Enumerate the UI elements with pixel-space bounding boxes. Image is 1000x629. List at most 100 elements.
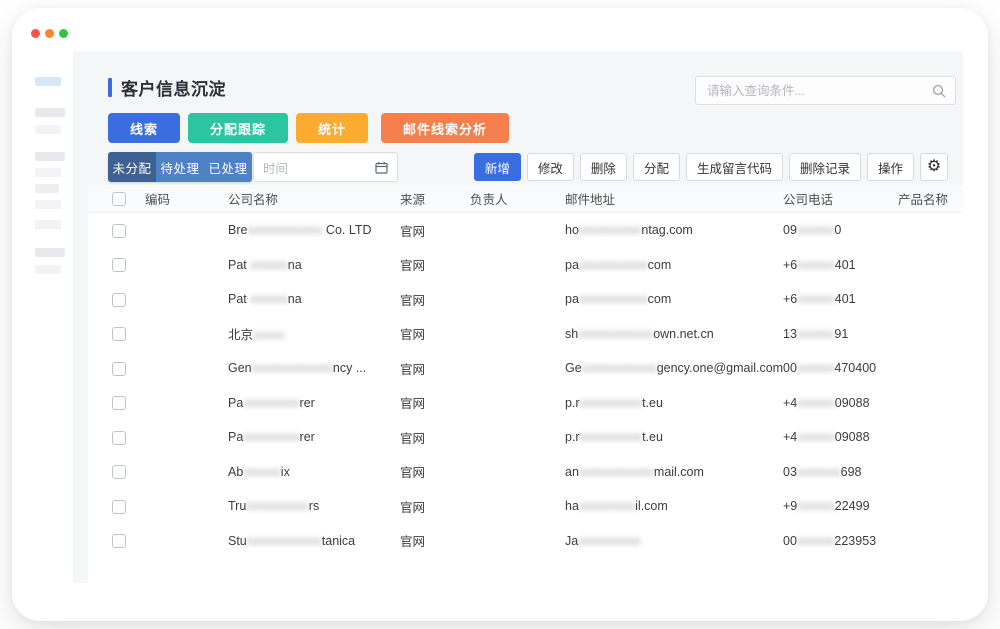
cell-phone: 13xxxxxx91: [783, 327, 898, 341]
filter-tab-pending[interactable]: 待处理: [156, 152, 204, 182]
select-all-checkbox[interactable]: [112, 192, 126, 206]
header-cell-source: 来源: [400, 189, 470, 208]
cell-email: paxxxxxxxxxxxcom: [565, 258, 783, 272]
nav-button-leads[interactable]: 线索: [108, 113, 180, 143]
cell-phone: +9xxxxxx22499: [783, 499, 898, 513]
redacted-text: xxxxxx: [797, 292, 835, 306]
redacted-text: xxxxxxxxxxxx: [578, 327, 653, 341]
action-button-delete[interactable]: 删除: [580, 153, 627, 181]
sidebar-skeleton-item[interactable]: [35, 168, 61, 177]
sidebar-skeleton-item[interactable]: [35, 125, 61, 134]
table-row[interactable]: Paxxxxxxxxxrer 官网 p.rxxxxxxxxxxt.eu +4xx…: [88, 420, 963, 455]
row-checkbox[interactable]: [112, 362, 126, 376]
row-checkbox[interactable]: [112, 465, 126, 479]
table-row[interactable]: Paxxxxxxxxxrer 官网 p.rxxxxxxxxxxt.eu +4xx…: [88, 386, 963, 421]
settings-button[interactable]: ⚙: [920, 153, 948, 181]
action-button-delete-records[interactable]: 删除记录: [789, 153, 861, 181]
redacted-text: xxxxxx: [250, 258, 288, 272]
redacted-text: xxxxxx: [797, 258, 835, 272]
table-row[interactable]: Pat xxxxxxna 官网 paxxxxxxxxxxxcom +6xxxxx…: [88, 248, 963, 283]
cell-email: haxxxxxxxxxil.com: [565, 499, 783, 513]
redacted-text: xxxxxx: [797, 534, 835, 548]
row-checkbox[interactable]: [112, 258, 126, 272]
cell-email: p.rxxxxxxxxxxt.eu: [565, 396, 783, 410]
row-checkbox[interactable]: [112, 534, 126, 548]
title-bar: 客户信息沉淀: [108, 75, 226, 100]
redacted-text: xxxxx: [253, 328, 284, 342]
app-window: 客户信息沉淀 线索分配跟踪统计邮件线索分析 未分配待处理已处理 时间: [12, 8, 988, 621]
row-checkbox[interactable]: [112, 293, 126, 307]
header-cell-product: 产品名称: [898, 189, 963, 208]
sidebar-skeleton-item[interactable]: [35, 77, 61, 86]
table-row[interactable]: 北京xxxxx 官网 shxxxxxxxxxxxxown.net.cn 13xx…: [88, 317, 963, 352]
filter-tab-group: 未分配待处理已处理: [108, 152, 252, 182]
nav-button-stats[interactable]: 统计: [296, 113, 368, 143]
cell-company: Truxxxxxxxxxxrs: [228, 499, 400, 513]
table-row[interactable]: Stuxxxxxxxxxxxxtanica 官网 Jaxxxxxxxxxx 00…: [88, 524, 963, 559]
cell-email: Jaxxxxxxxxxx: [565, 534, 783, 548]
cell-phone: +4xxxxxx09088: [783, 430, 898, 444]
cell-source: 官网: [400, 428, 470, 447]
row-checkbox[interactable]: [112, 500, 126, 514]
search-input[interactable]: [696, 84, 932, 98]
cell-phone: 00xxxxxx470400: [783, 361, 898, 375]
search-icon[interactable]: [932, 84, 946, 98]
cell-email: anxxxxxxxxxxxxmail.com: [565, 465, 783, 479]
search-box: [695, 76, 956, 105]
action-button-generate-message-code[interactable]: 生成留言代码: [686, 153, 783, 181]
row-checkbox[interactable]: [112, 396, 126, 410]
table-row[interactable]: Pat xxxxxxna 官网 paxxxxxxxxxxxcom +6xxxxx…: [88, 282, 963, 317]
sidebar-skeleton-item[interactable]: [35, 200, 61, 209]
sidebar-skeleton-item[interactable]: [35, 265, 61, 274]
nav-button-email-lead-analysis[interactable]: 邮件线索分析: [381, 113, 509, 143]
action-button-add[interactable]: 新增: [474, 153, 521, 181]
cell-company: Genxxxxxxxxxxxxxncy ...: [228, 361, 400, 375]
cell-phone: 03xxxxxxx698: [783, 465, 898, 479]
redacted-text: xxxxxx: [797, 327, 835, 341]
cell-email: shxxxxxxxxxxxxown.net.cn: [565, 327, 783, 341]
cell-company: Pat xxxxxxna: [228, 258, 400, 272]
cell-source: 官网: [400, 255, 470, 274]
row-checkbox[interactable]: [112, 327, 126, 341]
redacted-text: xxxxxxxxxxxx: [582, 361, 657, 375]
filter-tab-unassigned[interactable]: 未分配: [108, 152, 156, 182]
header-cell-company: 公司名称: [228, 189, 400, 208]
table-row[interactable]: Brexxxxxxxxxxxx Co. LTD 官网 hoxxxxxxxxxxn…: [88, 213, 963, 248]
row-checkbox[interactable]: [112, 431, 126, 445]
cell-email: paxxxxxxxxxxxcom: [565, 292, 783, 306]
sidebar-skeleton-item[interactable]: [35, 184, 59, 193]
redacted-text: xxxxxx: [797, 396, 835, 410]
header-cell-phone: 公司电话: [783, 189, 898, 208]
redacted-text: xxxxxxxxx: [579, 499, 635, 513]
header-cell-code: 编码: [145, 189, 228, 208]
cell-company: 北京xxxxx: [228, 324, 400, 343]
redacted-text: xxxxxxxxxxxx: [247, 534, 322, 548]
table-header: 编码公司名称来源负责人邮件地址公司电话产品名称: [88, 185, 963, 213]
nav-button-assign-track[interactable]: 分配跟踪: [188, 113, 288, 143]
sidebar-skeleton-item[interactable]: [35, 152, 65, 161]
date-input[interactable]: 时间: [253, 152, 398, 182]
redacted-text: xxxxxx: [797, 361, 835, 375]
action-button-edit[interactable]: 修改: [527, 153, 574, 181]
redacted-text: xxxxxx: [250, 292, 288, 306]
date-placeholder: 时间: [263, 158, 375, 177]
cell-company: Pat xxxxxxna: [228, 292, 400, 306]
cell-phone: +6xxxxxx401: [783, 258, 898, 272]
table-row[interactable]: Abxxxxxxix 官网 anxxxxxxxxxxxxmail.com 03x…: [88, 455, 963, 490]
redacted-text: xxxxxxxxxxx: [579, 258, 648, 272]
filter-tab-processed[interactable]: 已处理: [204, 152, 252, 182]
action-button-actions[interactable]: 操作: [867, 153, 914, 181]
table-row[interactable]: Genxxxxxxxxxxxxxncy ... 官网 Gexxxxxxxxxxx…: [88, 351, 963, 386]
action-button-assign[interactable]: 分配: [633, 153, 680, 181]
sidebar-skeleton-item[interactable]: [35, 108, 65, 117]
row-checkbox[interactable]: [112, 224, 126, 238]
sidebar-skeleton-item[interactable]: [35, 220, 61, 229]
cell-email: p.rxxxxxxxxxxt.eu: [565, 430, 783, 444]
sidebar-skeleton-item[interactable]: [35, 248, 65, 257]
gear-icon: ⚙: [927, 158, 941, 175]
cell-company: Brexxxxxxxxxxxx Co. LTD: [228, 223, 400, 237]
cell-source: 官网: [400, 393, 470, 412]
table-row[interactable]: Truxxxxxxxxxxrs 官网 haxxxxxxxxxil.com +9x…: [88, 489, 963, 524]
title-accent-bar: [108, 78, 112, 97]
cell-source: 官网: [400, 462, 470, 481]
